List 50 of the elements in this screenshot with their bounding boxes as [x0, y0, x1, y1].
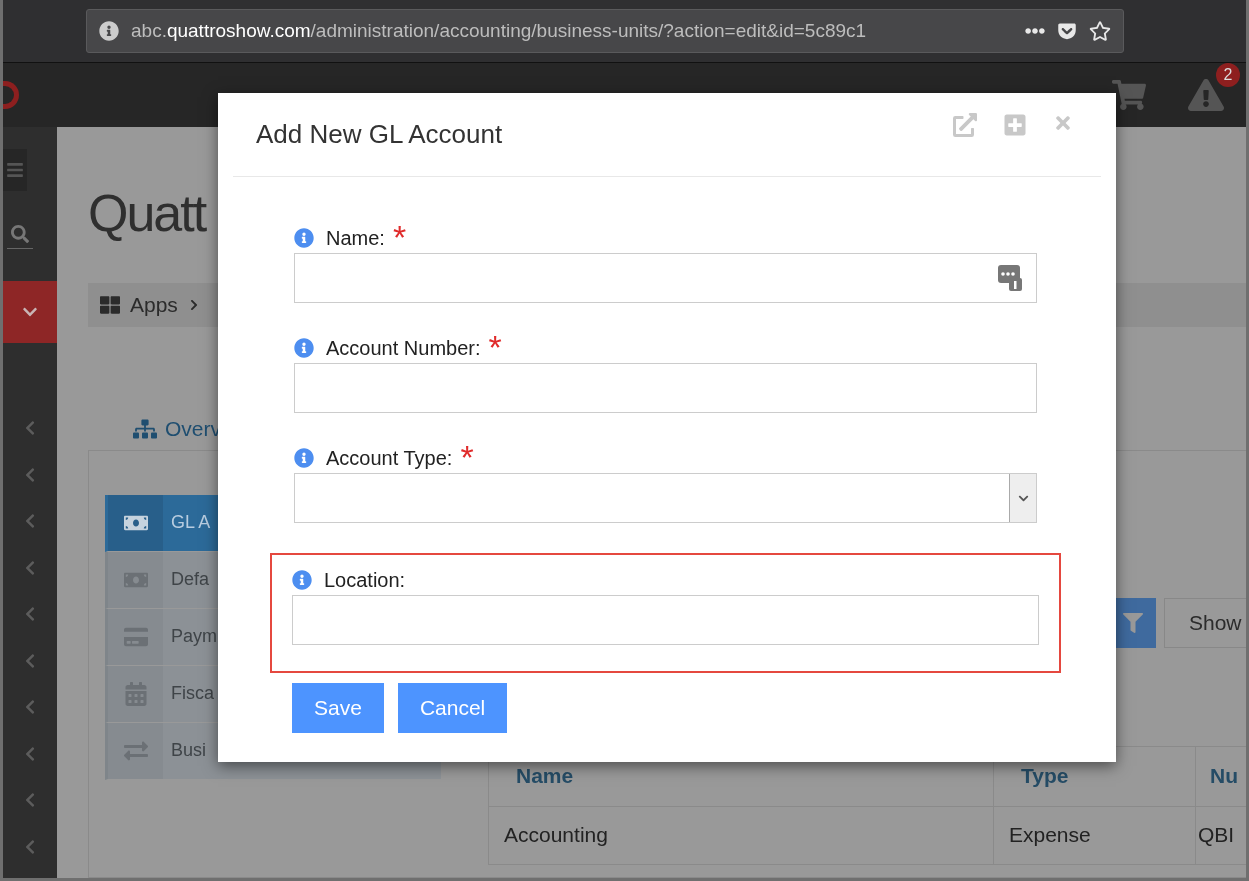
arrows-icon [123, 739, 148, 763]
alert-icon[interactable] [1188, 77, 1224, 113]
grid-icon [100, 294, 120, 315]
menu-icon [6, 161, 24, 179]
info-icon[interactable] [294, 228, 314, 248]
filter-icon [1123, 613, 1143, 633]
search-icon [11, 225, 29, 243]
dialog-title: Add New GL Account [256, 119, 503, 150]
info-icon[interactable] [292, 570, 312, 590]
page-title: Quatt [88, 183, 206, 244]
alert-count: 2 [1216, 63, 1240, 87]
info-icon[interactable] [294, 448, 314, 468]
field-label: Name: [326, 226, 385, 250]
cart-icon[interactable] [1112, 78, 1146, 112]
search-button[interactable] [7, 225, 33, 249]
required-mark: * [392, 227, 407, 249]
input-field[interactable] [292, 595, 1039, 645]
tab[interactable]: Overv [133, 417, 221, 442]
required-mark: * [460, 447, 474, 469]
counter-icon [998, 265, 1022, 291]
nav-group[interactable] [3, 281, 57, 343]
table-cell: Accounting [489, 807, 994, 865]
menu-button[interactable] [3, 149, 27, 191]
field-label: Account Type: [326, 446, 453, 470]
select-field[interactable] [294, 473, 1037, 523]
logo[interactable] [3, 81, 19, 109]
table-cell: QBI [1196, 807, 1246, 865]
info-icon[interactable] [99, 21, 119, 41]
field-label: Location: [324, 568, 406, 592]
show-button[interactable]: Show [1164, 598, 1246, 648]
card-icon [123, 625, 148, 649]
calendar-icon [123, 682, 148, 706]
pocket-icon[interactable] [1057, 21, 1077, 41]
plus-icon[interactable] [1003, 113, 1027, 137]
address-bar[interactable]: abc.quattroshow.com/administration/accounting/business-units/?action=edit&id=5c89c1 [86, 9, 1124, 53]
required-mark: * [488, 337, 502, 359]
cancel-button[interactable]: Cancel [397, 683, 508, 733]
url-text: abc.quattroshow.com/administration/accounting/business-units/?action=edit&id=5c89c1 [131, 20, 868, 42]
external-link-icon[interactable] [953, 113, 977, 137]
info-icon[interactable] [294, 338, 314, 358]
input-field[interactable] [294, 363, 1037, 413]
column-header[interactable]: Nu [1196, 747, 1246, 807]
field-label: Account Number: [326, 336, 481, 360]
breadcrumb-link[interactable]: Apps [130, 292, 178, 317]
table-cell: Expense [994, 807, 1196, 865]
sitemap-icon [133, 417, 157, 442]
save-button[interactable]: Save [292, 683, 384, 733]
close-icon[interactable] [1053, 113, 1073, 133]
input-field[interactable] [294, 253, 1037, 303]
star-icon[interactable] [1089, 20, 1111, 42]
